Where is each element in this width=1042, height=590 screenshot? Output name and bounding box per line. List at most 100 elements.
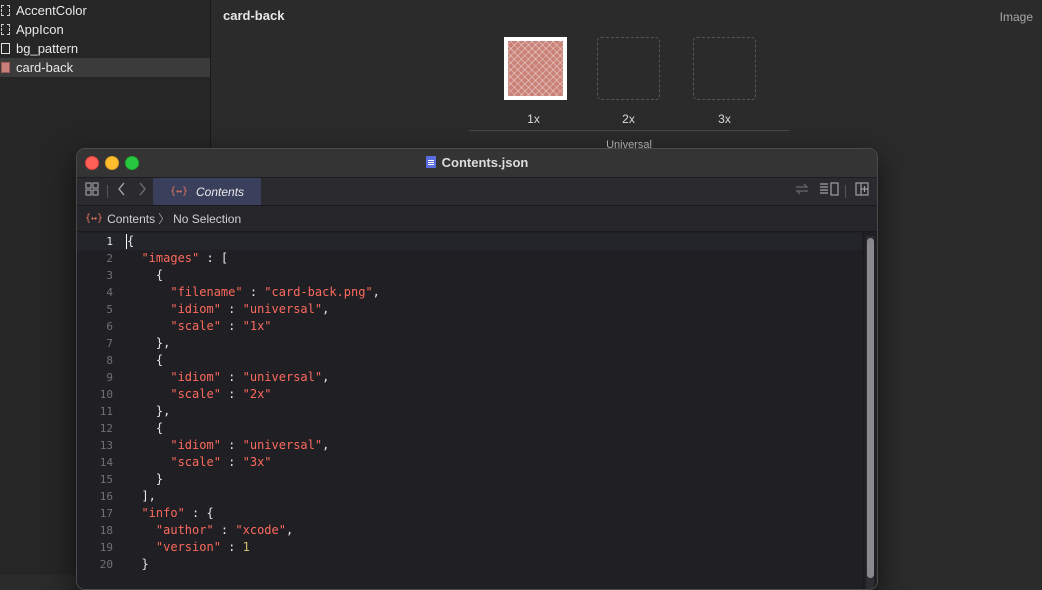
code-line[interactable]: 9 "idiom" : "universal", xyxy=(77,369,862,386)
toolbar-separator xyxy=(845,185,846,198)
code-line[interactable]: 7 }, xyxy=(77,335,862,352)
image-slot-1x[interactable] xyxy=(504,37,567,100)
code-text: "version" : 1 xyxy=(155,540,250,554)
slot-label-3x: 3x xyxy=(718,112,731,126)
scrollbar-divider xyxy=(863,232,864,589)
asset-title: card-back xyxy=(223,8,285,23)
window-title-text: Contents.json xyxy=(441,155,529,170)
jump-bar: {↔} Contents 〉 No Selection xyxy=(77,206,877,232)
split-editor-icon[interactable] xyxy=(853,182,871,200)
code-text: "author" : "xcode", xyxy=(155,523,294,537)
code-line[interactable]: 19 "version" : 1 xyxy=(77,539,862,556)
asset-row-accentcolor[interactable]: AccentColor xyxy=(0,1,210,20)
breadcrumb-selection[interactable]: No Selection xyxy=(173,212,241,226)
code-line[interactable]: 1{ xyxy=(77,233,862,250)
line-number: 7 xyxy=(106,337,113,350)
json-icon: {↔} xyxy=(169,186,189,197)
line-number: 5 xyxy=(106,303,113,316)
editor-toolbar: {↔} Contents xyxy=(77,178,877,206)
code-text: "idiom" : "universal", xyxy=(170,438,330,452)
code-text: "images" : [ xyxy=(141,251,229,265)
image-slot-2x[interactable] xyxy=(597,37,660,100)
breadcrumb-file[interactable]: Contents xyxy=(107,212,155,226)
code-editor[interactable]: 1{2 "images" : [3 {4 "filename" : "card-… xyxy=(77,232,877,589)
line-number: 18 xyxy=(99,524,113,537)
slot-label-1x: 1x xyxy=(527,112,540,126)
line-number: 14 xyxy=(99,456,113,469)
code-text: "info" : { xyxy=(141,506,214,520)
code-line[interactable]: 20 } xyxy=(77,556,862,573)
code-text: }, xyxy=(127,336,171,350)
thumbnail-icon xyxy=(1,62,10,73)
line-number: 1 xyxy=(106,235,113,248)
line-number: 19 xyxy=(99,541,113,554)
line-number: 11 xyxy=(99,405,113,418)
line-number: 2 xyxy=(106,252,113,265)
text-cursor xyxy=(126,234,127,249)
image-slot-3x[interactable] xyxy=(693,37,756,100)
window-titlebar[interactable]: Contents.json xyxy=(77,149,877,178)
code-line[interactable]: 16 ], xyxy=(77,488,862,505)
asset-row-appicon[interactable]: AppIcon xyxy=(0,20,210,39)
code-line[interactable]: 2 "images" : [ xyxy=(77,250,862,267)
code-text: "filename" : "card-back.png", xyxy=(170,285,380,299)
document-icon xyxy=(425,156,436,168)
code-line[interactable]: 10 "scale" : "2x" xyxy=(77,386,862,403)
code-text: { xyxy=(127,268,164,282)
asset-row-card-back[interactable]: card-back xyxy=(0,58,210,77)
line-number: 15 xyxy=(99,473,113,486)
code-text: { xyxy=(127,421,164,435)
code-line[interactable]: 12 { xyxy=(77,420,862,437)
editor-options-icon[interactable] xyxy=(819,182,839,200)
asset-label: AccentColor xyxy=(16,3,87,18)
code-line[interactable]: 14 "scale" : "3x" xyxy=(77,454,862,471)
line-number: 3 xyxy=(106,269,113,282)
window-title: Contents.json xyxy=(77,155,877,170)
code-line[interactable]: 6 "scale" : "1x" xyxy=(77,318,862,335)
grid-icon[interactable] xyxy=(83,182,101,200)
tab-label: Contents xyxy=(196,184,245,199)
contents-json-window: Contents.json {↔} Contents {↔} Contents xyxy=(76,148,878,590)
vertical-scrollbar[interactable] xyxy=(866,236,874,589)
line-number: 6 xyxy=(106,320,113,333)
divider xyxy=(469,130,789,131)
asset-row-bg-pattern[interactable]: bg_pattern xyxy=(0,39,210,58)
toolbar-separator xyxy=(107,185,108,198)
line-number: 8 xyxy=(106,354,113,367)
code-text: } xyxy=(127,557,149,571)
inspector-label: Image xyxy=(999,10,1033,24)
line-number: 17 xyxy=(99,507,113,520)
chevron-right-icon[interactable] xyxy=(133,182,151,200)
code-line[interactable]: 15 } xyxy=(77,471,862,488)
code-text: "scale" : "1x" xyxy=(170,319,272,333)
code-line[interactable]: 18 "author" : "xcode", xyxy=(77,522,862,539)
line-number: 13 xyxy=(99,439,113,452)
asset-label: AppIcon xyxy=(16,22,64,37)
code-line[interactable]: 11 }, xyxy=(77,403,862,420)
dashed-square-icon xyxy=(1,24,10,35)
tab-contents[interactable]: {↔} Contents xyxy=(153,178,261,205)
code-text: "scale" : "3x" xyxy=(170,455,272,469)
code-text: ], xyxy=(127,489,156,503)
line-number: 12 xyxy=(99,422,113,435)
code-line[interactable]: 13 "idiom" : "universal", xyxy=(77,437,862,454)
code-line[interactable]: 3 { xyxy=(77,267,862,284)
line-number: 9 xyxy=(106,371,113,384)
code-line[interactable]: 4 "filename" : "card-back.png", xyxy=(77,284,862,301)
code-text: }, xyxy=(127,404,171,418)
scrollbar-thumb[interactable] xyxy=(867,238,874,578)
code-line[interactable]: 8 { xyxy=(77,352,862,369)
breadcrumb-chevron-icon: 〉 xyxy=(158,212,171,226)
code-text: "idiom" : "universal", xyxy=(170,302,330,316)
code-text: "scale" : "2x" xyxy=(170,387,272,401)
json-icon: {↔} xyxy=(85,213,104,224)
code-line[interactable]: 17 "info" : { xyxy=(77,505,862,522)
swap-icon[interactable] xyxy=(793,182,811,200)
code-line[interactable]: 5 "idiom" : "universal", xyxy=(77,301,862,318)
chevron-left-icon[interactable] xyxy=(113,182,131,200)
asset-label: card-back xyxy=(16,60,74,75)
code-text: } xyxy=(127,472,164,486)
line-number: 4 xyxy=(106,286,113,299)
code-text: { xyxy=(127,353,164,367)
dashed-square-icon xyxy=(1,5,10,16)
